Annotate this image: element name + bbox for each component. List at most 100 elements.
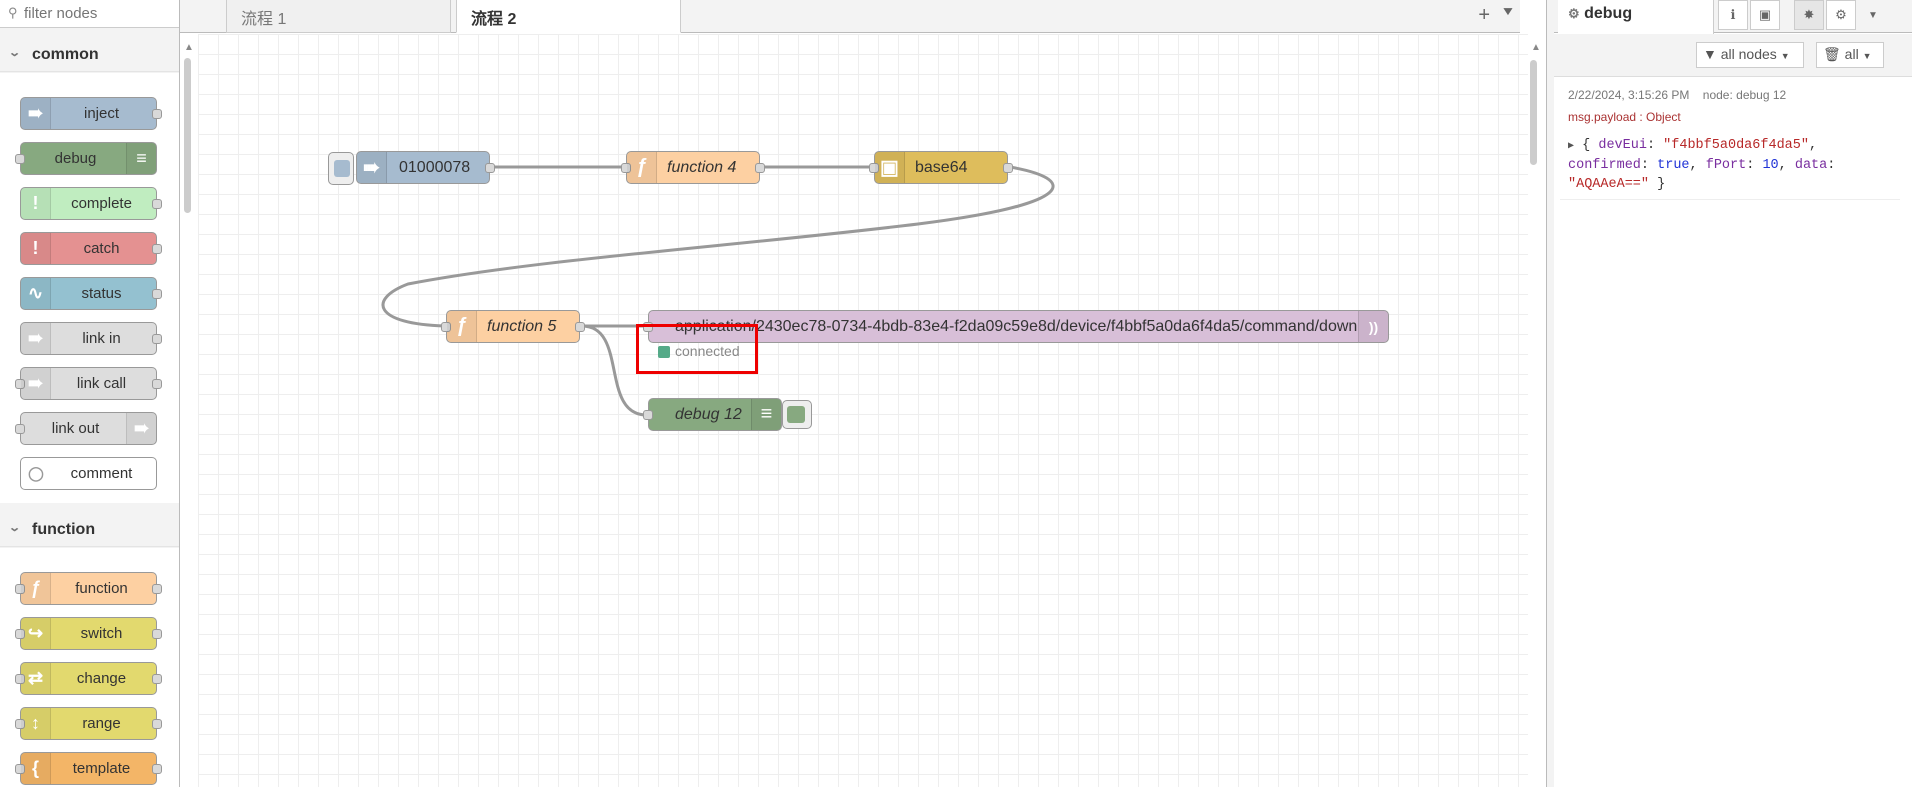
node-red-editor: ⚲ ⌄ common ➠ inject debug ≡ ! complete: [0, 0, 1912, 787]
message-payload[interactable]: ▶ { devEui: "f4bbf5a0da6f4da5", confirme…: [1568, 136, 1898, 194]
info-tab-button[interactable]: ℹ: [1718, 0, 1748, 30]
palette-node-label: change: [76, 670, 127, 687]
caret-right-icon[interactable]: ▶: [1568, 141, 1574, 152]
exclamation-icon: !: [21, 188, 51, 219]
debug-tab-button[interactable]: ✸: [1794, 0, 1824, 30]
message-timestamp: 2/22/2024, 3:15:26 PM: [1568, 88, 1690, 102]
palette-node-link-out[interactable]: link out ➠: [15, 412, 157, 445]
node-label: function 4: [667, 158, 737, 176]
palette-category-function[interactable]: ⌄ function: [0, 509, 179, 547]
palette-node-function[interactable]: ƒ function: [15, 572, 162, 605]
scroll-up-icon[interactable]: ▲: [184, 42, 194, 53]
mqtt-out-node[interactable]: application/2430ec78-0734-4bdb-83e4-f2da…: [643, 310, 1389, 343]
inject-node[interactable]: ➠ 01000078: [356, 151, 495, 184]
json-key: data: [1794, 158, 1828, 173]
message-path[interactable]: msg.payload : Object: [1568, 110, 1681, 124]
function-icon: ƒ: [447, 311, 477, 342]
node-label: function 5: [487, 317, 557, 335]
palette-scrollbar[interactable]: [184, 58, 191, 213]
wire[interactable]: [381, 165, 1055, 328]
palette-node-label: link in: [82, 330, 121, 347]
palette-node-template[interactable]: { template: [15, 752, 162, 785]
input-port[interactable]: [643, 410, 653, 420]
output-port[interactable]: [485, 163, 495, 173]
json-value: true: [1657, 158, 1690, 173]
filter-nodes-dropdown[interactable]: ▼ all nodes ▼: [1696, 42, 1804, 68]
palette-node-label: inject: [83, 105, 120, 122]
message-node[interactable]: node: debug 12: [1703, 88, 1786, 102]
workspace-canvas[interactable]: ➠ 01000078 ƒ function 4 ▣ base64 ƒ funct…: [198, 34, 1528, 787]
debug-toggle-button[interactable]: [782, 400, 812, 429]
tab-menu-chevron-icon[interactable]: ▼: [1500, 4, 1515, 18]
debug-toolbar: ▼ all nodes ▼ 🗑 all ▼: [1554, 34, 1912, 77]
chevron-down-icon: ⌄: [8, 522, 22, 534]
debug-message[interactable]: 2/22/2024, 3:15:26 PM node: debug 12 msg…: [1560, 82, 1900, 200]
palette-node-switch[interactable]: ↪ switch: [15, 617, 162, 650]
search-icon: ⚲: [8, 5, 18, 20]
input-port: [15, 424, 25, 434]
help-tab-button[interactable]: ▣: [1750, 0, 1780, 30]
shuffle-icon: ⇄: [21, 663, 51, 694]
tab-label: 流程 2: [471, 11, 517, 28]
workspace-tabs: 流程 1 流程 2 + ▼: [180, 0, 1520, 33]
palette-node-label: debug: [54, 150, 97, 167]
palette-node-label: link out: [51, 420, 100, 437]
palette-node-label: switch: [80, 625, 123, 642]
palette-node-complete[interactable]: ! complete: [20, 187, 162, 220]
debug-12-node[interactable]: debug 12 ≡: [643, 398, 782, 431]
tab-flow-2[interactable]: 流程 2: [456, 0, 681, 33]
workspace-scrollbar[interactable]: [1530, 60, 1537, 165]
function-4-node[interactable]: ƒ function 4: [621, 151, 765, 184]
output-port[interactable]: [1003, 163, 1013, 173]
palette-node-catch[interactable]: ! catch: [20, 232, 162, 265]
palette-node-label: status: [81, 285, 122, 302]
node-label: base64: [915, 158, 968, 176]
exclamation-icon: !: [21, 233, 51, 264]
add-tab-icon[interactable]: +: [1478, 4, 1490, 27]
clear-messages-dropdown[interactable]: 🗑 all ▼: [1816, 42, 1884, 68]
comment-icon: ◯: [28, 465, 44, 481]
scroll-up-icon[interactable]: ▲: [1531, 42, 1541, 53]
mqtt-signal-icon: )): [1358, 311, 1388, 342]
palette-node-debug[interactable]: debug ≡: [15, 142, 157, 175]
palette-node-link-in[interactable]: ➠ link in: [20, 322, 162, 355]
palette-node-label: range: [82, 715, 121, 732]
chevron-down-icon: ▼: [1862, 51, 1872, 61]
base64-node[interactable]: ▣ base64: [869, 151, 1013, 184]
message-meta: 2/22/2024, 3:15:26 PM node: debug 12: [1568, 88, 1786, 102]
json-key: confirmed: [1568, 158, 1641, 173]
highlight-box: [636, 324, 758, 374]
config-tab-button[interactable]: ⚙: [1826, 0, 1856, 30]
palette-node-label: catch: [83, 240, 120, 257]
trash-icon: 🗑: [1823, 46, 1841, 62]
palette-node-link-call[interactable]: ➠ link call: [15, 367, 162, 400]
output-port: [152, 674, 162, 684]
palette-common-body: ➠ inject debug ≡ ! complete ! catch ∿ st…: [0, 73, 179, 503]
palette-node-range[interactable]: ↕ range: [15, 707, 162, 740]
output-port[interactable]: [575, 322, 585, 332]
palette-node-comment[interactable]: ◯ comment: [20, 457, 157, 490]
switch-icon: ↪: [21, 618, 51, 649]
output-port: [152, 244, 162, 254]
palette-node-status[interactable]: ∿ status: [20, 277, 162, 310]
output-port[interactable]: [755, 163, 765, 173]
palette-category-common[interactable]: ⌄ common: [0, 34, 179, 72]
arrow-in-icon: ➠: [357, 152, 387, 183]
chevron-down-icon: ▼: [1868, 9, 1878, 21]
tab-debug[interactable]: ⚙ debug: [1558, 0, 1714, 34]
sidebar-splitter[interactable]: [1546, 0, 1554, 787]
filter-nodes-input[interactable]: [24, 3, 174, 23]
clear-label: all: [1844, 46, 1859, 62]
sidebar-title: debug: [1584, 5, 1633, 22]
category-label: common: [32, 46, 99, 63]
palette-node-change[interactable]: ⇄ change: [15, 662, 162, 695]
sidebar-menu-button[interactable]: ▼: [1858, 0, 1888, 30]
palette-node-inject[interactable]: ➠ inject: [20, 97, 162, 130]
json-brace: }: [1649, 177, 1666, 192]
json-value: "f4bbf5a0da6f4da5": [1663, 138, 1809, 153]
info-icon: ℹ: [1730, 7, 1736, 22]
output-port: [152, 379, 162, 389]
tab-flow-1[interactable]: 流程 1: [226, 0, 451, 33]
inject-button[interactable]: [328, 152, 354, 185]
function-5-node[interactable]: ƒ function 5: [441, 310, 585, 343]
